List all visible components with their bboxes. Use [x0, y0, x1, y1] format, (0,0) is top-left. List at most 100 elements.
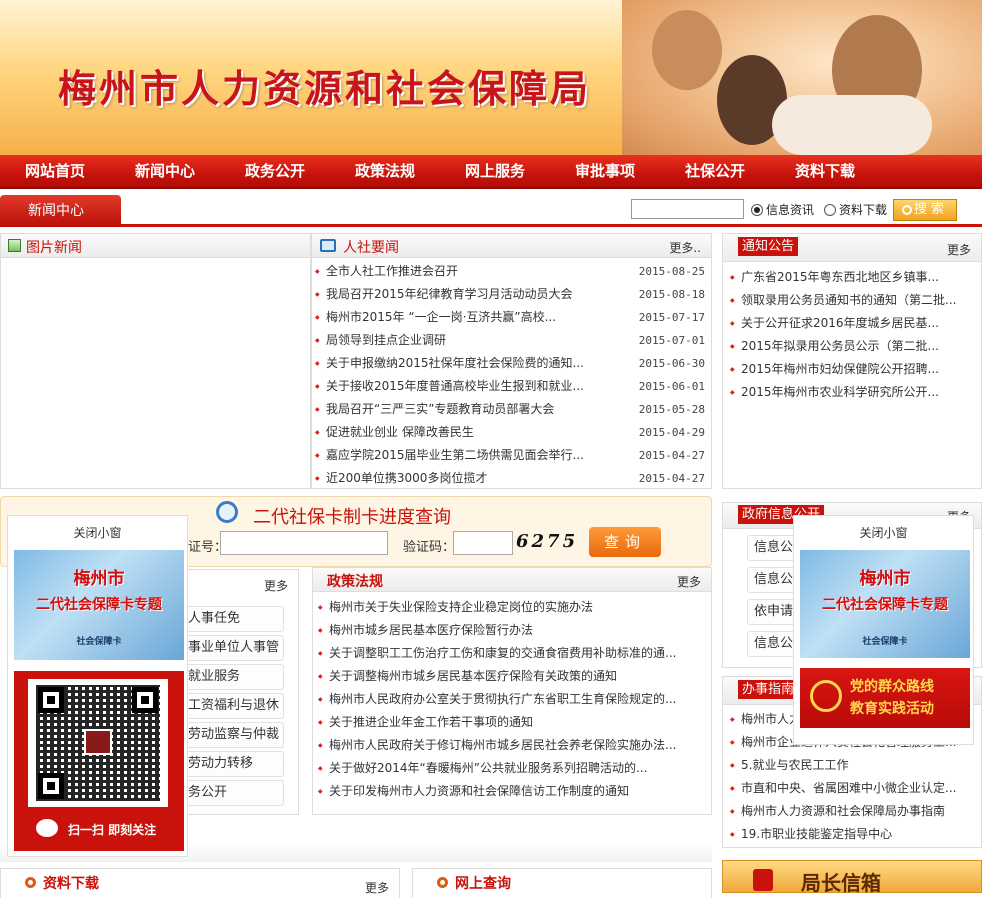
news-item-date: 2015-08-18	[638, 288, 705, 301]
downloads-more-link[interactable]: 更多	[365, 879, 389, 896]
policy-item-title: 关于推进企业年金工作若干事项的通知	[329, 715, 534, 729]
news-item[interactable]: 我局召开“三严三实”专题教育动员部署大会 2015-05-28	[312, 398, 711, 421]
policy-item[interactable]: 关于印发梅州市人力资源和社会保障信访工作制度的通知	[315, 780, 711, 803]
query-button[interactable]: 查询	[589, 527, 661, 557]
card-line2: 二代社会保障卡专题	[36, 597, 162, 613]
nav-online-service[interactable]: 网上服务	[440, 155, 550, 187]
hr-news-more-link[interactable]: 更多..	[669, 239, 701, 256]
affairs-item-title: 5.就业与农民工工作	[741, 758, 849, 772]
notice-item[interactable]: 领取录用公务员通知书的通知（第二批...	[727, 289, 981, 312]
policy-item[interactable]: 关于做好2014年“春暖梅州”公共就业服务系列招聘活动的...	[315, 757, 711, 780]
policy-item[interactable]: 梅州市城乡居民基本医疗保险暂行办法	[315, 619, 711, 642]
card-small: 社会保障卡	[76, 637, 122, 647]
director-mailbox-banner[interactable]: 局长信箱	[722, 860, 982, 895]
service-item[interactable]: 劳动监察与仲裁	[181, 722, 284, 748]
nav-approval[interactable]: 审批事项	[550, 155, 660, 187]
current-section-tab[interactable]: 新闻中心	[0, 195, 121, 227]
card-line2: 二代社会保障卡专题	[822, 597, 948, 613]
news-item[interactable]: 梅州市2015年 “一企一岗·互济共赢”高校... 2015-07-17	[312, 306, 711, 329]
radio-download[interactable]: 资料下载	[824, 201, 887, 218]
notice-more-link[interactable]: 更多	[947, 241, 971, 258]
notice-item[interactable]: 2015年梅州市妇幼保健院公开招聘...	[727, 358, 981, 381]
search-button-label: 搜索	[913, 202, 948, 217]
online-query-title: 网上查询	[455, 876, 511, 892]
policy-item[interactable]: 梅州市关于失业保险支持企业稳定岗位的实施办法	[315, 596, 711, 619]
news-item[interactable]: 局领导到挂点企业调研 2015-07-01	[312, 329, 711, 352]
notice-item[interactable]: 2015年拟录用公务员公示（第二批...	[727, 335, 981, 358]
notice-title: 通知公告	[738, 237, 799, 256]
service-item[interactable]: 务公开	[181, 780, 284, 806]
nav-downloads[interactable]: 资料下载	[770, 155, 880, 187]
affairs-item[interactable]: 19.市职业技能鉴定指导中心	[727, 823, 981, 846]
news-item-title: 我局召开2015年纪律教育学习月活动动员大会	[326, 287, 573, 301]
news-item[interactable]: 关于接收2015年度普通高校毕业生报到和就业... 2015-06-01	[312, 375, 711, 398]
news-item[interactable]: 全市人社工作推进会召开 2015-08-25	[312, 260, 711, 283]
mailbox-icon	[753, 869, 773, 891]
service-item[interactable]: 劳动力转移	[181, 751, 284, 777]
policy-item[interactable]: 梅州市人民政府办公室关于贯彻执行广东省职工生育保险规定的...	[315, 688, 711, 711]
service-item[interactable]: 人事任免	[181, 606, 284, 632]
radio-info[interactable]: 信息资讯	[751, 201, 814, 218]
service-item[interactable]: 就业服务	[181, 664, 284, 690]
site-title: 梅州市人力资源和社会保障局	[58, 66, 592, 111]
nav-home[interactable]: 网站首页	[0, 155, 110, 187]
affairs-title: 办事指南	[738, 680, 799, 699]
news-item[interactable]: 近200单位携3000多岗位揽才 2015-04-27	[312, 467, 711, 490]
policy-item[interactable]: 梅州市人民政府关于修订梅州市城乡居民社会养老保险实施办法...	[315, 734, 711, 757]
news-item-title: 促进就业创业 保障改善民生	[326, 425, 474, 439]
affairs-item-title: 19.市职业技能鉴定指导中心	[741, 827, 893, 841]
notice-item[interactable]: 广东省2015年粤东西北地区乡镇事...	[727, 266, 981, 289]
card-line1: 梅州市	[73, 569, 125, 589]
radio-dot[interactable]	[824, 203, 836, 216]
search-input[interactable]	[631, 199, 744, 219]
service-panel: 更多 人事任免事业单位人事管理就业服务工资福利与退休劳动监察与仲裁劳动力转移务公…	[180, 569, 299, 815]
social-card-banner-right[interactable]: 梅州市 二代社会保障卡专题 社会保障卡	[800, 550, 970, 658]
affairs-item-title: 梅州市人力	[741, 712, 802, 726]
mass-line1: 党的群众路线	[850, 679, 934, 695]
right-float-close[interactable]: 关闭小窗	[794, 516, 973, 550]
qr-code-box: 扫一扫 即刻关注	[14, 671, 184, 851]
wechat-icon	[36, 819, 58, 837]
affairs-item[interactable]: 5.就业与农民工工作	[727, 754, 981, 777]
card-small: 社会保障卡	[862, 637, 908, 647]
news-item-date: 2015-04-27	[638, 472, 705, 485]
service-item[interactable]: 事业单位人事管理	[181, 635, 284, 679]
service-item[interactable]: 工资福利与退休	[181, 693, 284, 719]
family-photo	[622, 0, 982, 155]
news-item-title: 嘉应学院2015届毕业生第二场供需见面会举行...	[326, 448, 584, 462]
news-item[interactable]: 促进就业创业 保障改善民生 2015-04-29	[312, 421, 711, 444]
social-card-banner-left[interactable]: 梅州市 二代社会保障卡专题 社会保障卡	[14, 550, 184, 660]
notice-list: 广东省2015年粤东西北地区乡镇事... 领取录用公务员通知书的通知（第二批...…	[723, 262, 981, 404]
mass-line-banner[interactable]: 党的群众路线 教育实践活动	[800, 668, 970, 728]
notice-item[interactable]: 2015年梅州市农业科学研究所公开...	[727, 381, 981, 404]
affairs-item[interactable]: 梅州市人力资源和社会保障局办事指南	[727, 800, 981, 823]
hr-news-title: 人社要闻	[343, 240, 399, 256]
captcha-input[interactable]	[453, 531, 513, 555]
photo-news-panel: 图片新闻	[0, 233, 311, 489]
nav-news[interactable]: 新闻中心	[110, 155, 220, 187]
notice-item[interactable]: 关于公开征求2016年度城乡居民基...	[727, 312, 981, 335]
affairs-item[interactable]: 市直和中央、省属困难中小微企业认定...	[727, 777, 981, 800]
radio-dot-selected[interactable]	[751, 203, 763, 216]
image-icon	[8, 239, 21, 252]
service-more-link[interactable]: 更多	[264, 577, 288, 594]
qr-code	[28, 679, 168, 807]
news-item[interactable]: 我局召开2015年纪律教育学习月活动动员大会 2015-08-18	[312, 283, 711, 306]
id-number-input[interactable]	[220, 531, 388, 555]
policy-more-link[interactable]: 更多	[677, 573, 701, 590]
news-item-title: 全市人社工作推进会召开	[326, 264, 459, 278]
policy-item[interactable]: 关于调整梅州市城乡居民基本医疗保险有关政策的通知	[315, 665, 711, 688]
left-float-close[interactable]: 关闭小窗	[8, 516, 187, 550]
nav-gov-affairs[interactable]: 政务公开	[220, 155, 330, 187]
nav-social-security[interactable]: 社保公开	[660, 155, 770, 187]
nav-policy[interactable]: 政策法规	[330, 155, 440, 187]
hr-news-panel: 人社要闻 更多.. 全市人社工作推进会召开 2015-08-25 我局召开2015年…	[311, 233, 712, 490]
captcha-label: 验证码：	[403, 540, 456, 555]
policy-item[interactable]: 关于调整职工工伤治疗工伤和康复的交通食宿费用补助标准的通...	[315, 642, 711, 665]
news-item[interactable]: 嘉应学院2015届毕业生第二场供需见面会举行... 2015-04-27	[312, 444, 711, 467]
news-item-date: 2015-08-25	[638, 265, 705, 278]
search-button[interactable]: 搜索	[893, 199, 957, 221]
news-item[interactable]: 关于申报缴纳2015社保年度社会保险费的通知... 2015-06-30	[312, 352, 711, 375]
captcha-image[interactable]: 6275	[516, 531, 576, 553]
policy-item[interactable]: 关于推进企业年金工作若干事项的通知	[315, 711, 711, 734]
